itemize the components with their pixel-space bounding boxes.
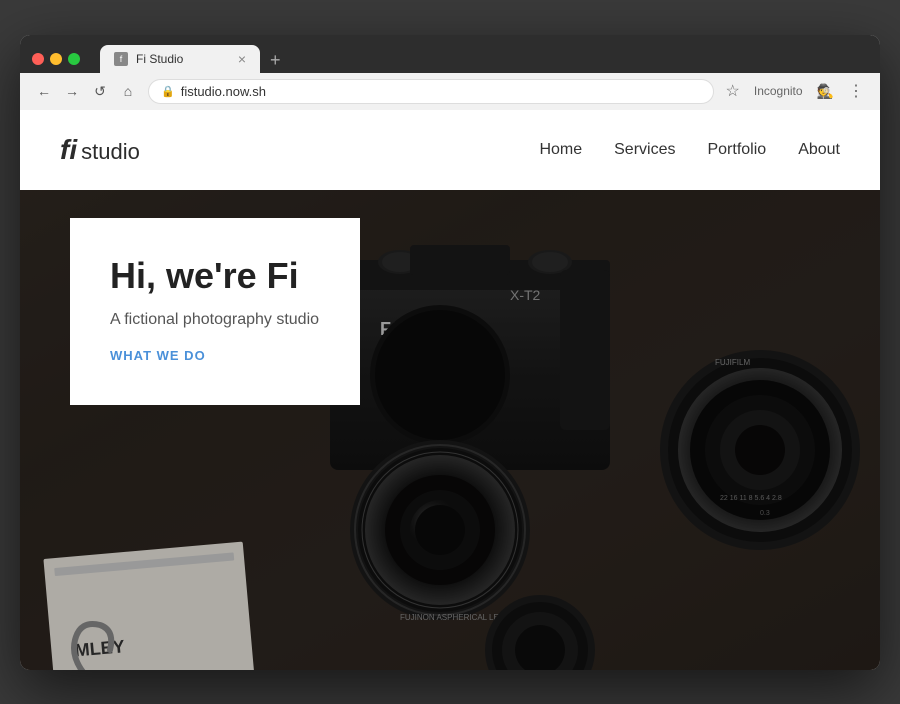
new-tab-button[interactable]: + (260, 47, 291, 73)
lock-icon: 🔒 (161, 85, 175, 98)
title-bar: f Fi Studio × + (20, 35, 880, 73)
nav-about[interactable]: About (798, 141, 840, 159)
site-header: fi studio Home Services Portfolio About (20, 110, 880, 190)
hero-cta-link[interactable]: WHAT WE DO (110, 348, 206, 363)
nav-services[interactable]: Services (614, 141, 675, 159)
address-bar-row: ← → ↺ ⌂ 🔒 fistudio.now.sh ☆ Incognito 🕵 … (20, 73, 880, 110)
logo-fi: fi (60, 134, 77, 166)
active-tab[interactable]: f Fi Studio × (100, 45, 260, 73)
maximize-button[interactable] (68, 53, 80, 65)
hero-card: Hi, we're Fi A fictional photography stu… (70, 218, 360, 405)
home-button[interactable]: ⌂ (116, 79, 140, 103)
forward-button[interactable]: → (60, 79, 84, 103)
nav-portfolio[interactable]: Portfolio (707, 141, 766, 159)
menu-button[interactable]: ⋮ (844, 79, 868, 103)
incognito-label: Incognito (750, 82, 807, 100)
hero-subtext: A fictional photography studio (110, 311, 320, 329)
tab-bar: f Fi Studio × + (100, 45, 868, 73)
back-button[interactable]: ← (32, 79, 56, 103)
refresh-button[interactable]: ↺ (88, 79, 112, 103)
minimize-button[interactable] (50, 53, 62, 65)
tab-title: Fi Studio (136, 52, 183, 66)
logo-studio: studio (81, 139, 140, 165)
site-nav: Home Services Portfolio About (539, 141, 840, 159)
site-logo: fi studio (60, 134, 140, 166)
traffic-lights (32, 53, 80, 65)
browser-window: f Fi Studio × + ← → ↺ ⌂ 🔒 fistudio.now.s… (20, 35, 880, 670)
url-text: fistudio.now.sh (181, 84, 266, 99)
website-content: fi studio Home Services Portfolio About (20, 110, 880, 670)
tab-favicon: f (114, 52, 128, 66)
browser-chrome: f Fi Studio × + ← → ↺ ⌂ 🔒 fistudio.now.s… (20, 35, 880, 110)
nav-home[interactable]: Home (539, 141, 582, 159)
star-button[interactable]: ☆ (722, 79, 744, 103)
nav-buttons: ← → ↺ ⌂ (32, 79, 140, 103)
address-bar[interactable]: 🔒 fistudio.now.sh (148, 79, 714, 104)
incognito-icon: 🕵 (813, 81, 838, 102)
hero-section: FUJIFILM X-T2 (20, 190, 880, 670)
hero-heading: Hi, we're Fi (110, 254, 320, 297)
browser-actions: ☆ Incognito 🕵 ⋮ (722, 79, 868, 103)
close-button[interactable] (32, 53, 44, 65)
tab-close-button[interactable]: × (238, 51, 246, 67)
